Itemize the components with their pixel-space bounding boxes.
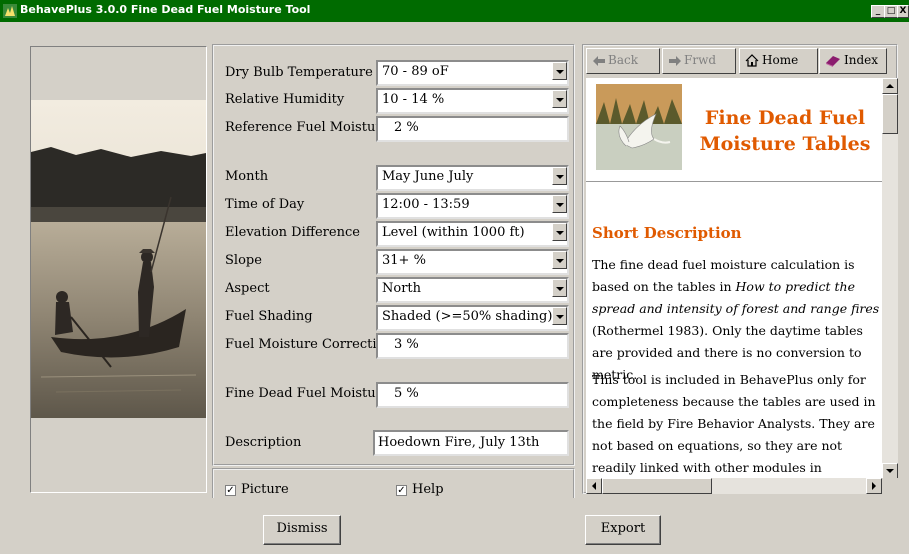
scroll-right-button[interactable] (866, 478, 882, 494)
forward-button[interactable]: Frwd (662, 48, 736, 74)
correction-label: Fuel Moisture Correction (225, 337, 393, 352)
humidity-label: Relative Humidity (225, 92, 345, 107)
chevron-down-icon[interactable] (552, 195, 567, 213)
chevron-down-icon[interactable] (552, 251, 567, 269)
humidity-select[interactable]: 10 - 14 % (376, 88, 569, 114)
help-paragraph-1: The fine dead fuel moisture calculation … (592, 257, 880, 382)
close-button[interactable]: X (897, 5, 909, 18)
chevron-down-icon (886, 469, 894, 473)
aspect-label: Aspect (225, 281, 270, 296)
scroll-up-button[interactable] (882, 78, 898, 94)
dismiss-button[interactable]: Dismiss (263, 515, 341, 545)
shading-select[interactable]: Shaded (>=50% shading) (376, 305, 569, 331)
export-button[interactable]: Export (585, 515, 661, 545)
scroll-left-button[interactable] (586, 478, 602, 494)
chevron-down-icon[interactable] (552, 90, 567, 108)
help-horizontal-scrollbar[interactable] (586, 478, 882, 494)
picture-checkbox[interactable]: ✓ (225, 485, 236, 496)
arrow-left-icon (593, 56, 605, 66)
picture-label: Picture (241, 482, 289, 497)
dry-bulb-select[interactable]: 70 - 89 oF (376, 60, 569, 86)
chevron-right-icon (872, 482, 876, 490)
elevation-select[interactable]: Level (within 1000 ft) (376, 221, 569, 247)
picture-panel (30, 46, 207, 493)
ref-moisture-label: Reference Fuel Moisture (225, 120, 390, 135)
dry-bulb-label: Dry Bulb Temperature (225, 65, 373, 80)
month-select[interactable]: May June July (376, 165, 569, 191)
arrow-right-icon (669, 56, 681, 66)
elevation-label: Elevation Difference (225, 225, 360, 240)
title-bar: BehavePlus 3.0.0 Fine Dead Fuel Moisture… (0, 0, 909, 22)
fine-dead-label: Fine Dead Fuel Moisture (225, 386, 390, 401)
fishing-boat-photo (31, 47, 206, 492)
chevron-down-icon[interactable] (552, 62, 567, 80)
home-button[interactable]: Home (739, 48, 818, 74)
divider (586, 181, 882, 182)
correction-field: 3 % (376, 333, 569, 359)
book-icon (826, 56, 840, 67)
scroll-thumb[interactable] (882, 94, 898, 134)
description-label: Description (225, 435, 302, 450)
app-icon (3, 4, 17, 18)
chevron-up-icon (886, 84, 894, 88)
chevron-down-icon[interactable] (552, 223, 567, 241)
index-button[interactable]: Index (819, 48, 887, 74)
month-label: Month (225, 169, 269, 184)
fine-dead-field: 5 % (376, 382, 569, 408)
window-title: BehavePlus 3.0.0 Fine Dead Fuel Moisture… (20, 3, 311, 16)
slope-select[interactable]: 31+ % (376, 249, 569, 275)
aspect-select[interactable]: North (376, 277, 569, 303)
help-paragraph-2: This tool is included in BehavePlus only… (592, 372, 876, 475)
chevron-left-icon (592, 482, 596, 490)
swan-illustration (596, 84, 682, 170)
help-title-line2: Moisture Tables (699, 133, 871, 155)
time-label: Time of Day (225, 197, 305, 212)
chevron-down-icon[interactable] (552, 279, 567, 297)
help-label: Help (412, 482, 444, 497)
shading-label: Fuel Shading (225, 309, 313, 324)
scroll-corner (882, 478, 898, 494)
maximize-button[interactable]: □ (884, 5, 898, 18)
help-checkbox[interactable]: ✓ (396, 485, 407, 496)
help-title-line1: Fine Dead Fuel (704, 107, 866, 129)
time-select[interactable]: 12:00 - 13:59 (376, 193, 569, 219)
back-button[interactable]: Back (586, 48, 660, 74)
chevron-down-icon[interactable] (552, 167, 567, 185)
slope-label: Slope (225, 253, 262, 268)
chevron-down-icon[interactable] (552, 307, 567, 325)
scroll-down-button[interactable] (882, 463, 898, 479)
help-vertical-scrollbar[interactable] (882, 78, 898, 479)
home-icon (745, 54, 759, 67)
help-content: Fine Dead Fuel Moisture Tables Short Des… (586, 78, 882, 478)
minimize-button[interactable]: _ (871, 5, 885, 18)
description-input[interactable]: Hoedown Fire, July 13th (373, 430, 569, 456)
ref-moisture-field: 2 % (376, 116, 569, 142)
hscroll-thumb[interactable] (602, 478, 712, 494)
short-description-heading: Short Description (592, 224, 742, 242)
